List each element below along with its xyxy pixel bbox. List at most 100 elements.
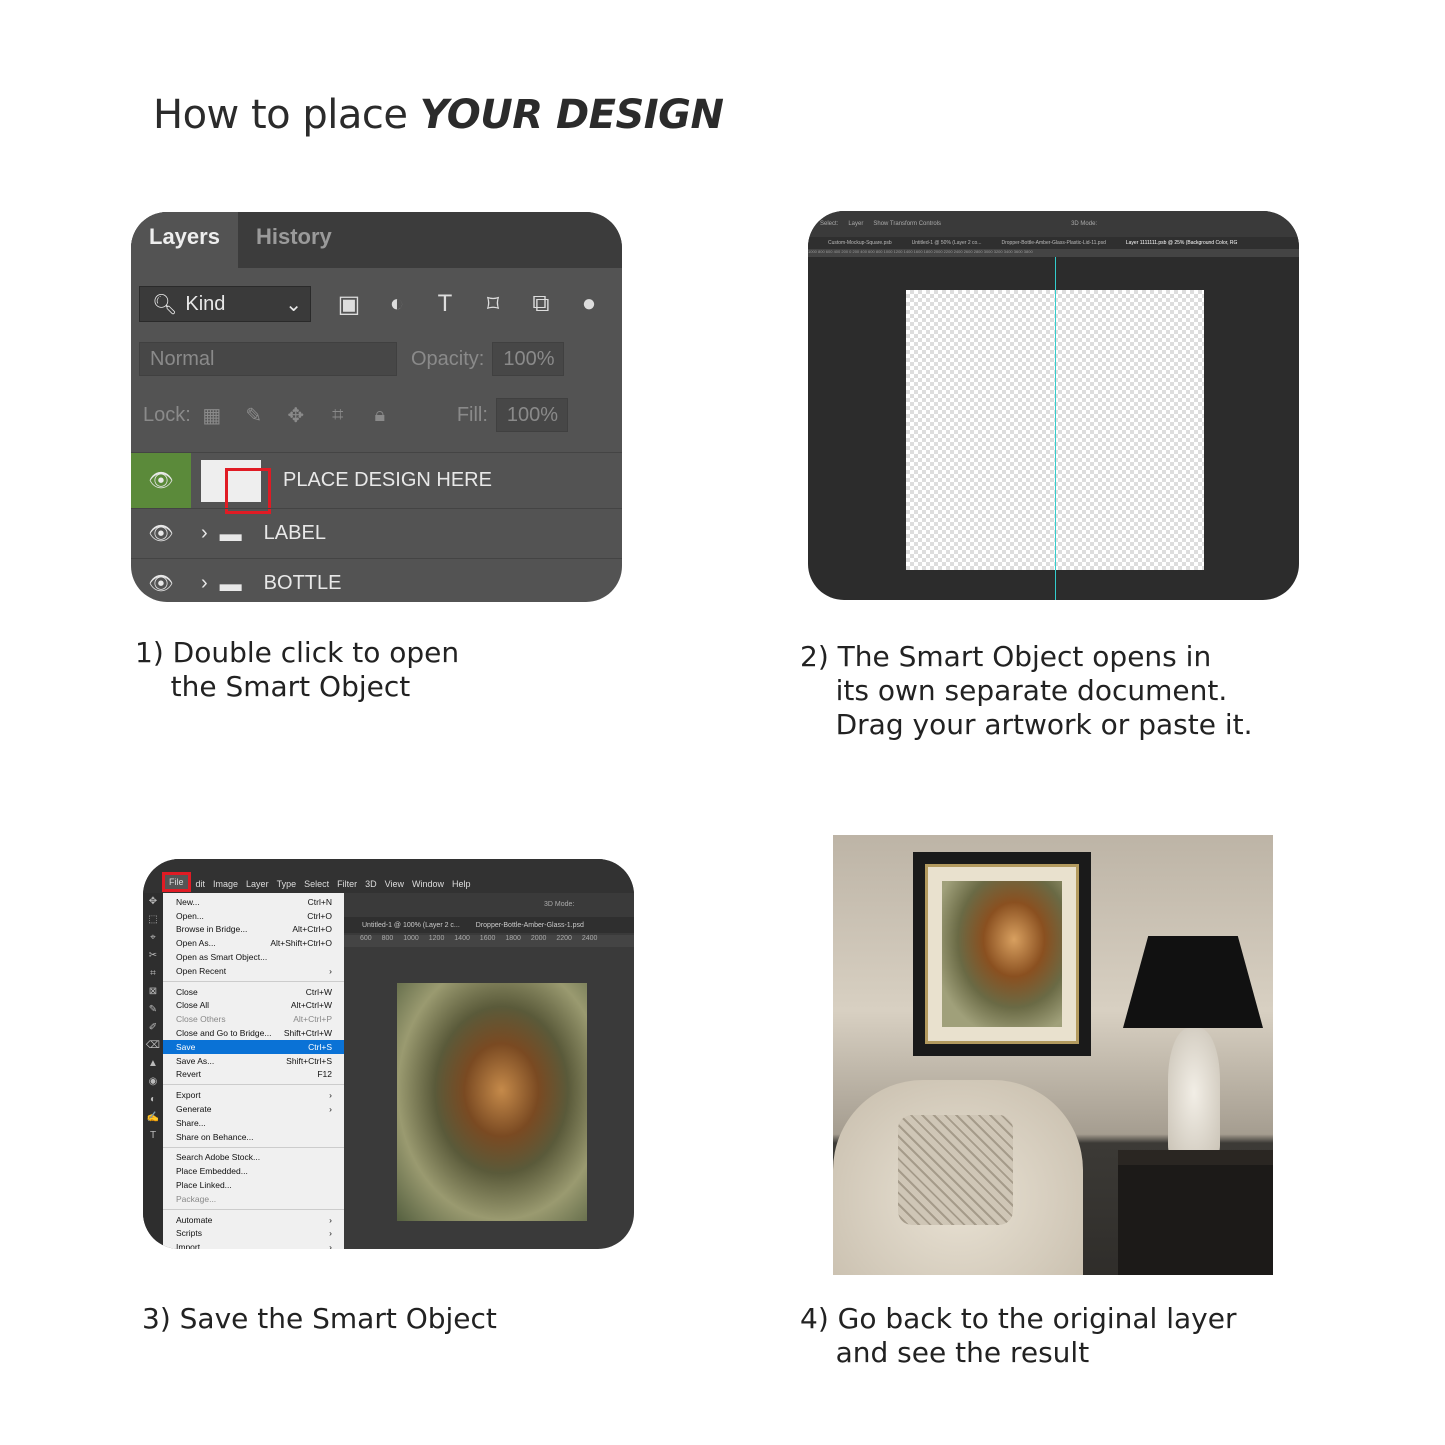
menu-item-shortcut: Alt+Ctrl+O (292, 924, 332, 935)
menu-item[interactable]: Generate › (163, 1102, 344, 1116)
ruler: 1000 800 600 400 200 0 200 400 600 800 1… (808, 249, 1299, 257)
menu-item-label: Close and Go to Bridge... (176, 1028, 272, 1039)
menu-item-label: Revert (176, 1069, 202, 1080)
dog-artwork (397, 983, 587, 1221)
adjustment-filter-icon[interactable]: ◐ (373, 290, 421, 318)
lock-transparent-icon[interactable]: ▦ (191, 403, 233, 428)
menu-filter[interactable]: Filter (337, 879, 357, 889)
toolbar: ✥ ⬚ ⌖ ✂ ⌗ ⊠ ✎ ✐ ⌫ ▲ ◉ ◐ ✍ T (143, 893, 163, 1249)
opacity-label: Opacity: (411, 347, 485, 370)
menu-item[interactable]: Automate › (163, 1213, 344, 1227)
chevron-down-icon: ⌄ (285, 293, 302, 316)
eye-icon[interactable]: 👁︎ (131, 453, 191, 508)
menu-item[interactable]: Open... Ctrl+O (163, 909, 344, 923)
menu-item[interactable]: Scripts › (163, 1227, 344, 1241)
menu-item[interactable]: Open as Smart Object... (163, 950, 344, 964)
type-filter-icon[interactable]: T (421, 290, 469, 318)
eye-icon[interactable]: 👁︎ (131, 559, 191, 602)
smart-object-filter-icon[interactable]: ⧉ (517, 290, 565, 318)
menu-item[interactable]: New... Ctrl+N (163, 895, 344, 909)
doc-tab[interactable]: Dropper-Bottle-Amber-Glass-1.psd (476, 922, 584, 929)
fill-label: Fill: (456, 403, 488, 426)
menu-3d[interactable]: 3D (365, 879, 377, 889)
menu-item-label: Share on Behance... (176, 1131, 254, 1142)
eye-icon[interactable]: 👁︎ (131, 509, 191, 558)
image-filter-icon[interactable]: ▣ (325, 290, 373, 319)
layer-name: PLACE DESIGN HERE (283, 469, 492, 491)
blend-mode-dropdown[interactable]: Normal (139, 342, 397, 376)
lock-move-icon[interactable]: ✥ (275, 403, 317, 428)
page-title: How to place YOUR DESIGN (153, 92, 724, 138)
lock-artboard-icon[interactable]: ⌗ (317, 404, 359, 427)
menu-item-shortcut: Shift+Ctrl+S (286, 1055, 332, 1066)
layer-row-place-design[interactable]: 👁︎ PLACE DESIGN HERE (131, 452, 622, 514)
menu-dit[interactable]: dit (196, 879, 206, 889)
doc-tab[interactable]: Custom-Mockup-Square.psb (828, 240, 892, 246)
folder-icon: ▬ (219, 570, 242, 596)
menu-image[interactable]: Image (213, 879, 238, 889)
3d-mode-label: 3D Mode: (1071, 221, 1098, 227)
menu-item[interactable]: Import › (163, 1240, 344, 1249)
menu-item-label: Place Embedded... (176, 1166, 248, 1177)
expand-chevron-icon[interactable]: › (201, 522, 208, 545)
guide-line (1055, 257, 1056, 600)
menu-item-shortcut: Alt+Ctrl+W (290, 1000, 332, 1011)
lock-brush-icon[interactable]: ✎ (233, 403, 275, 428)
doc-tab-active[interactable]: Layer 1111111.psb @ 25% (Background Colo… (1126, 240, 1238, 246)
menu-item-label: Browse in Bridge... (176, 924, 248, 935)
menu-item[interactable]: Close All Alt+Ctrl+W (163, 999, 344, 1013)
menu-item[interactable]: Revert F12 (163, 1068, 344, 1082)
menu-help[interactable]: Help (452, 879, 471, 889)
shape-filter-icon[interactable]: ⌑ (469, 290, 517, 319)
menu-item[interactable]: Save Ctrl+S (163, 1039, 344, 1054)
expand-chevron-icon[interactable]: › (201, 572, 208, 595)
picture-frame (913, 852, 1091, 1056)
menu-item[interactable]: Close and Go to Bridge... Shift+Ctrl+W (163, 1026, 344, 1040)
lock-all-icon[interactable]: 🔒︎ (359, 404, 401, 427)
menu-item[interactable]: Browse in Bridge... Alt+Ctrl+O (163, 923, 344, 937)
menu-select[interactable]: Select (304, 879, 329, 889)
menu-layer[interactable]: Layer (246, 879, 269, 889)
select-dropdown[interactable]: Layer (848, 221, 863, 227)
menu-item-label: New... (176, 896, 200, 907)
layer-row-bottle[interactable]: 👁︎ › ▬ BOTTLE (131, 558, 622, 602)
menu-item-shortcut: Ctrl+N (307, 896, 332, 907)
menu-window[interactable]: Window (412, 879, 444, 889)
menu-item[interactable]: Share on Behance... (163, 1130, 344, 1144)
doc-tab[interactable]: Untitled-1 @ 100% (Layer 2 c... (362, 922, 460, 929)
menu-item[interactable]: Close Others Alt+Ctrl+P (163, 1012, 344, 1026)
layer-name: LABEL (263, 522, 326, 544)
smart-object-document-screenshot: Select: Layer Show Transform Controls 3D… (808, 211, 1299, 600)
layer-row-label[interactable]: 👁︎ › ▬ LABEL (131, 508, 622, 558)
transform-controls-checkbox[interactable]: Show Transform Controls (873, 221, 941, 227)
doc-tab[interactable]: Dropper-Bottle-Amber-Glass-Plastic-Lid-1… (1001, 240, 1105, 246)
side-table (1118, 1150, 1273, 1275)
menu-item[interactable]: Package... (163, 1192, 344, 1206)
filter-toggle-icon[interactable]: ● (565, 290, 613, 318)
menu-item[interactable]: Place Linked... (163, 1178, 344, 1192)
menu-item[interactable]: Place Embedded... (163, 1164, 344, 1178)
tab-layers[interactable]: Layers (131, 212, 238, 268)
menu-item[interactable]: Save As... Shift+Ctrl+S (163, 1054, 344, 1068)
menu-item-label: Close All (176, 1000, 210, 1011)
menu-type[interactable]: Type (277, 879, 297, 889)
fill-input[interactable]: 100% (495, 398, 568, 432)
menu-item[interactable]: Search Adobe Stock... (163, 1151, 344, 1165)
menu-item[interactable]: Share... (163, 1116, 344, 1130)
menu-item[interactable]: Export › (163, 1088, 344, 1102)
doc-tab[interactable]: Untitled-1 @ 50% (Layer 2 co... (912, 240, 982, 246)
menu-separator (163, 980, 344, 982)
filter-kind-dropdown[interactable]: 🔍︎ Kind ⌄ (139, 286, 311, 322)
menu-item[interactable]: Close Ctrl+W (163, 985, 344, 999)
menu-item-shortcut: › (329, 965, 332, 976)
menu-item-shortcut: › (329, 1214, 332, 1225)
menu-item[interactable]: Open Recent › (163, 964, 344, 978)
tab-history[interactable]: History (238, 212, 350, 268)
menu-item-shortcut: Alt+Shift+Ctrl+O (270, 938, 332, 949)
menu-file[interactable]: File (162, 872, 191, 892)
smart-object-thumbnail[interactable] (201, 459, 271, 514)
menu-view[interactable]: View (385, 879, 404, 889)
opacity-input[interactable]: 100% (492, 342, 565, 376)
menu-item[interactable]: Open As... Alt+Shift+Ctrl+O (163, 936, 344, 950)
menu-item-shortcut: › (329, 1104, 332, 1115)
